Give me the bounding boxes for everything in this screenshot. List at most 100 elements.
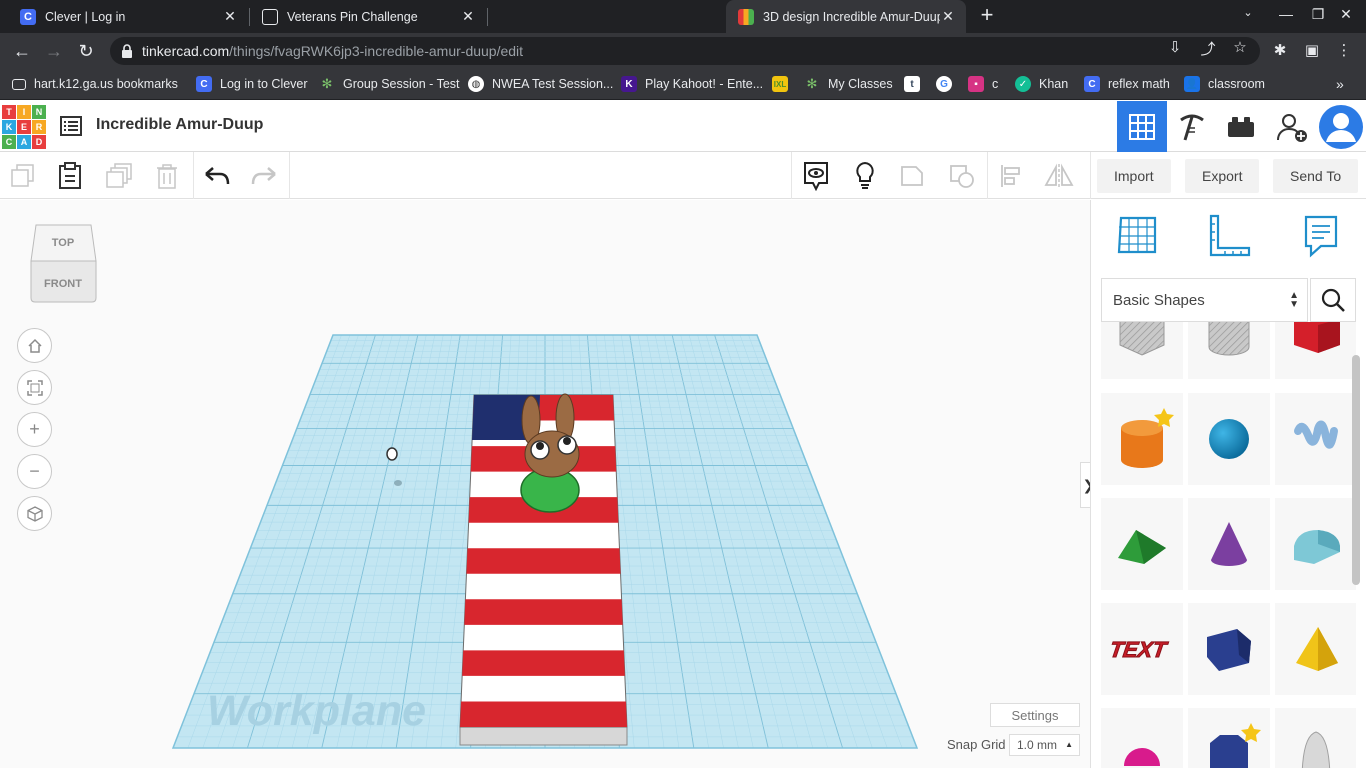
ruler-tool-button[interactable]	[1207, 214, 1251, 258]
perspective-button[interactable]	[17, 496, 52, 531]
new-tab-button[interactable]: +	[976, 4, 998, 28]
avatar[interactable]	[1316, 101, 1366, 152]
shape-box[interactable]	[1275, 322, 1356, 379]
shape-pyramid[interactable]	[1275, 603, 1356, 695]
fit-view-button[interactable]	[17, 370, 52, 405]
tab-veterans-pin[interactable]: Veterans Pin Challenge ✕	[250, 0, 486, 33]
forward-button[interactable]: →	[43, 40, 65, 62]
paste-button[interactable]	[47, 152, 93, 199]
bookmark-item[interactable]: ◍ NWEA Test Session...	[468, 74, 613, 94]
shape-cone[interactable]	[1188, 498, 1270, 590]
zoom-out-button[interactable]: −	[17, 454, 52, 489]
bookmark-star-icon[interactable]: ☆	[1231, 38, 1249, 56]
close-tab-icon[interactable]: ✕	[460, 8, 476, 25]
back-button[interactable]: ←	[11, 40, 33, 62]
shape-sphere[interactable]	[1188, 393, 1270, 485]
notes-button[interactable]	[793, 152, 839, 199]
shape-hexagonal-prism[interactable]	[1188, 603, 1270, 695]
shape-scribble[interactable]	[1275, 393, 1356, 485]
bookmark-item[interactable]: G	[936, 74, 960, 94]
grid-icon	[1129, 113, 1155, 140]
bookmark-label: c	[992, 77, 999, 91]
shape-search-button[interactable]	[1310, 278, 1356, 322]
viewcube-front-label[interactable]: FRONT	[44, 278, 82, 290]
export-button[interactable]: Export	[1185, 159, 1260, 193]
copy-button[interactable]	[0, 152, 46, 199]
bookmark-item[interactable]: K Play Kahoot! - Ente...	[621, 74, 763, 94]
flag-pin-model[interactable]	[459, 393, 628, 746]
tab-tinkercad[interactable]: 3D design Incredible Amur-Duup ✕	[726, 0, 966, 33]
bricks-view-button[interactable]	[1216, 101, 1266, 152]
align-button[interactable]	[988, 152, 1034, 199]
shape-paraboloid[interactable]	[1275, 708, 1356, 768]
send-to-button[interactable]: Send To	[1273, 159, 1359, 193]
bookmark-item[interactable]: ▪ c	[968, 74, 998, 94]
url-bar[interactable]: tinkercad.com/things/fvagRWK6jp3-incredi…	[110, 37, 1260, 65]
zoom-in-button[interactable]: +	[17, 412, 52, 447]
shape-polygon[interactable]	[1188, 708, 1270, 768]
bookmark-item[interactable]: C Log in to Clever	[196, 74, 308, 94]
3d-design-view-button[interactable]	[1117, 101, 1167, 152]
minecraft-view-button[interactable]	[1167, 101, 1217, 152]
snap-grid-value: 1.0 mm	[1017, 738, 1058, 752]
more-bookmarks-icon[interactable]: »	[1336, 74, 1344, 94]
align-icon	[1001, 164, 1020, 187]
3d-workspace[interactable]: Workplane TOP FRONT + − Settings Snap Gr…	[0, 200, 1090, 768]
settings-button[interactable]: Settings	[990, 703, 1080, 727]
install-icon[interactable]: ⇩	[1166, 38, 1184, 56]
bookmark-label: Khan	[1039, 77, 1069, 91]
workplane-canvas[interactable]: Workplane	[0, 200, 1090, 768]
side-panel-icon[interactable]: ▣	[1301, 40, 1323, 62]
share-icon[interactable]: ⤴	[1199, 38, 1217, 59]
bookmark-item[interactable]: ✓ Khan	[1015, 74, 1068, 94]
tab-search-icon[interactable]: ⌄	[1238, 6, 1258, 19]
bookmark-item[interactable]: C reflex math	[1084, 74, 1170, 94]
design-title[interactable]: Incredible Amur-Duup	[96, 116, 263, 134]
panel-scrollbar[interactable]	[1352, 355, 1360, 585]
home-view-button[interactable]	[17, 328, 52, 363]
shape-text[interactable]: TEXT	[1101, 603, 1183, 695]
bookmark-item[interactable]: t	[904, 74, 928, 94]
close-tab-icon[interactable]: ✕	[940, 8, 956, 25]
invite-user-button[interactable]	[1267, 101, 1317, 152]
notes-tool-button[interactable]	[1298, 214, 1342, 258]
extensions-icon[interactable]: ✱	[1269, 40, 1291, 62]
delete-button[interactable]	[144, 152, 190, 199]
viewcube-top-label[interactable]: TOP	[52, 237, 74, 249]
undo-button[interactable]	[194, 152, 240, 199]
collapse-panel-button[interactable]: ❯	[1080, 462, 1090, 508]
tinkercad-logo[interactable]: T I N K E R C A D	[2, 105, 46, 149]
shape-box-hole[interactable]	[1101, 322, 1183, 379]
shape-round-roof[interactable]	[1275, 498, 1356, 590]
mirror-button[interactable]	[1036, 152, 1082, 199]
design-list-icon[interactable]	[60, 115, 82, 137]
close-tab-icon[interactable]: ✕	[222, 8, 238, 25]
shape-cylinder[interactable]	[1101, 393, 1183, 485]
close-window-button[interactable]: ✕	[1336, 6, 1356, 23]
group-button[interactable]	[890, 152, 936, 199]
shape-half-sphere[interactable]	[1101, 708, 1183, 768]
view-cube[interactable]: TOP FRONT	[30, 224, 97, 304]
tab-blank[interactable]	[488, 0, 724, 33]
shape-roof[interactable]	[1101, 498, 1183, 590]
duplicate-button[interactable]	[96, 152, 142, 199]
selection-marker[interactable]	[386, 447, 398, 461]
reload-button[interactable]: ↻	[75, 40, 97, 62]
tab-clever[interactable]: C Clever | Log in ✕	[8, 0, 248, 33]
bookmark-item[interactable]: 👤 classroom	[1184, 74, 1265, 94]
restore-button[interactable]: ❐	[1308, 6, 1328, 23]
workplane-tool-button[interactable]	[1115, 214, 1159, 258]
light-bulb-button[interactable]	[842, 152, 888, 199]
bookmark-item[interactable]: hart.k12.ga.us bookmarks	[12, 74, 178, 94]
bookmark-item[interactable]: IXL	[772, 74, 796, 94]
import-button[interactable]: Import	[1097, 159, 1171, 193]
bookmark-item[interactable]: ✻ Group Session - Test	[319, 74, 460, 94]
bookmark-item[interactable]: ✻ My Classes	[804, 74, 893, 94]
minimize-button[interactable]: —	[1276, 6, 1296, 22]
redo-button[interactable]	[241, 152, 287, 199]
shape-category-select[interactable]: Basic Shapes ▲ ▼	[1101, 278, 1308, 322]
ungroup-button[interactable]	[939, 152, 985, 199]
shape-cylinder-hole[interactable]	[1188, 322, 1270, 379]
browser-menu-icon[interactable]: ⋮	[1333, 40, 1355, 62]
snap-grid-select[interactable]: 1.0 mm ▲	[1009, 734, 1080, 756]
